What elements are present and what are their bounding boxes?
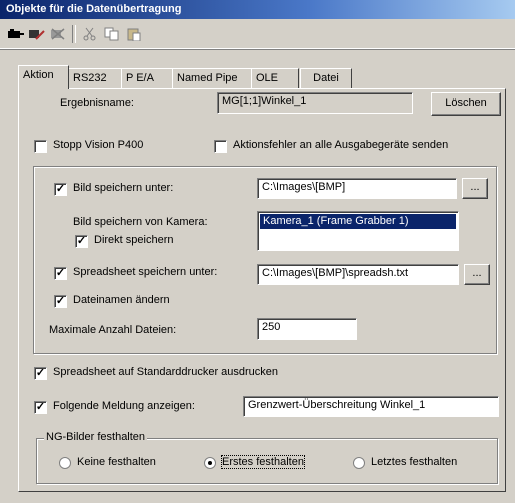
radio-none[interactable] (59, 457, 71, 469)
tab-ole[interactable]: OLE (251, 68, 299, 88)
camera-list-item[interactable]: Kamera_1 (Frame Grabber 1) (260, 214, 456, 229)
copy-icon[interactable] (102, 25, 122, 43)
rename-files-checkbox[interactable]: ✓ (54, 295, 67, 308)
radio-none-label: Keine festhalten (77, 456, 156, 468)
radio-first[interactable] (204, 457, 216, 469)
radio-first-label: Erstes festhalten (221, 455, 305, 469)
tab-aktion[interactable]: Aktion (18, 65, 69, 89)
save-image-label: Bild speichern unter: (73, 182, 174, 194)
max-files-field[interactable]: 250 (257, 318, 357, 340)
direct-save-checkbox[interactable]: ✓ (75, 235, 88, 248)
rename-files-label: Dateinamen ändern (73, 294, 170, 306)
show-message-checkbox[interactable]: ✓ (34, 401, 47, 414)
add-object-icon[interactable] (6, 25, 26, 43)
toolbar-separator (72, 25, 76, 43)
tab-rs232[interactable]: RS232 (68, 68, 122, 88)
ng-group-title: NG-Bilder festhalten (44, 431, 148, 443)
result-name-label: Ergebnisname: (60, 97, 134, 109)
window-title: Objekte für die Datenübertragung (0, 0, 515, 19)
radio-last-label: Letztes festhalten (371, 456, 458, 468)
cut-icon[interactable] (80, 25, 100, 43)
spreadsheet-label: Spreadsheet speichern unter: (73, 266, 218, 278)
result-name-field: MG[1;1]Winkel_1 (217, 92, 413, 114)
stop-vision-label: Stopp Vision P400 (53, 139, 144, 151)
camera-listbox[interactable]: Kamera_1 (Frame Grabber 1) (257, 211, 459, 251)
action-error-label: Aktionsfehler an alle Ausgabegeräte send… (233, 139, 449, 151)
tab-named-pipe[interactable]: Named Pipe (172, 68, 252, 88)
paste-icon[interactable] (124, 25, 144, 43)
stop-vision-checkbox[interactable] (34, 140, 47, 153)
max-files-label: Maximale Anzahl Dateien: (49, 324, 177, 336)
delete-object-icon[interactable] (48, 25, 68, 43)
edit-object-icon[interactable] (27, 25, 47, 43)
show-message-label: Folgende Meldung anzeigen: (53, 400, 195, 412)
radio-last[interactable] (353, 457, 365, 469)
tab-pea[interactable]: P E/A (121, 68, 173, 88)
print-spreadsheet-checkbox[interactable]: ✓ (34, 367, 47, 380)
spreadsheet-checkbox[interactable]: ✓ (54, 267, 67, 280)
spreadsheet-path-field[interactable]: C:\Images\[BMP]\spreadsh.txt (257, 264, 459, 285)
action-error-checkbox[interactable] (214, 140, 227, 153)
browse-image-button[interactable]: ... (462, 178, 488, 199)
print-spreadsheet-label: Spreadsheet auf Standarddrucker ausdruck… (53, 366, 279, 378)
browse-spreadsheet-button[interactable]: ... (464, 264, 490, 285)
delete-button[interactable]: Löschen (431, 92, 501, 116)
toolbar (0, 20, 515, 49)
save-image-checkbox[interactable]: ✓ (54, 183, 67, 196)
direct-save-label: Direkt speichern (94, 234, 174, 246)
message-field[interactable]: Grenzwert-Überschreitung Winkel_1 (243, 396, 499, 417)
camera-label: Bild speichern von Kamera: (73, 216, 208, 228)
tab-datei[interactable]: Datei (300, 68, 352, 88)
save-image-path-field[interactable]: C:\Images\[BMP] (257, 178, 457, 199)
